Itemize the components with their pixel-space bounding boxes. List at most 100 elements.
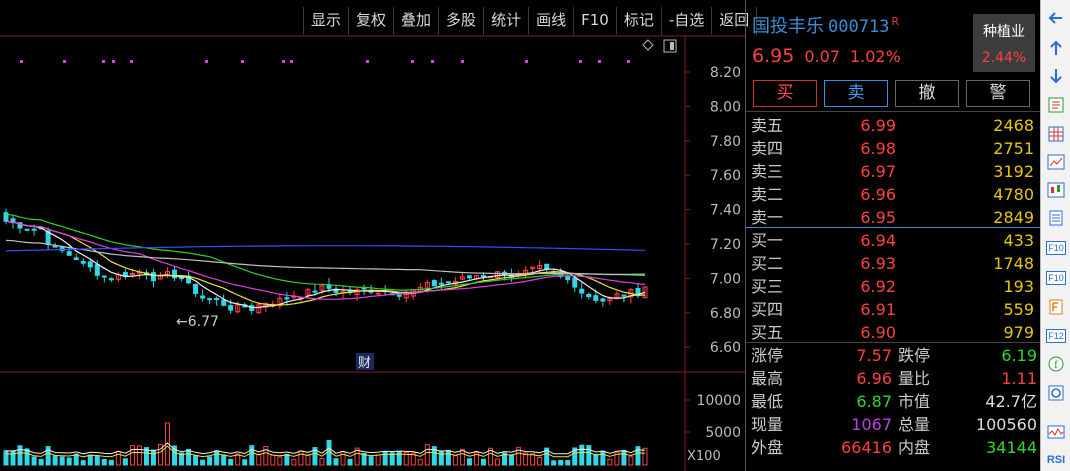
stat-label: 量比 [898,369,931,388]
volume-bar [52,455,58,466]
candle-body [94,264,100,276]
bid-row[interactable]: 买三 6.92 193 [746,275,1041,298]
sector-box[interactable]: 种植业 2.44% [973,14,1035,72]
volume-tick-label: 5000 [705,425,741,441]
candle-body [207,298,213,301]
info-doc-icon[interactable] [1046,95,1066,115]
volume-bar [368,456,374,466]
sell-button[interactable]: 卖 [824,80,888,107]
kline-chart-panel[interactable]: 8.20 8.00 7.80 7.60 7.40 7.20 7.00 6.80 6.60 1000… [0,0,758,471]
bid-price: 6.90 [860,323,896,342]
event-dot [112,60,115,63]
margin-trading-badge: R [891,15,900,28]
bid-row[interactable]: 买五 6.90 979 [746,321,1041,344]
bid-row[interactable]: 买二 6.93 1748 [746,252,1041,275]
cancel-order-button[interactable]: 撤 [895,80,959,107]
stock-title: 国投丰乐 000713 R [752,12,899,38]
event-dot [598,60,601,63]
grid-table-icon[interactable] [1046,124,1066,144]
ask-vol: 3192 [993,162,1034,181]
alert-button[interactable]: 警 [966,80,1030,107]
stat-label: 现量 [751,415,784,434]
volume-bar [565,460,571,466]
price-tick-label: 8.00 [710,99,741,115]
toolbar-button-0[interactable]: 显示 [303,7,350,35]
candle-body [600,298,606,302]
event-dot [63,60,66,63]
bid-book: 买一 6.94 433 买二 6.93 1748 买三 6.92 193 买四 6.91 559 买五 6… [746,229,1041,344]
back-arrow-icon[interactable] [1046,8,1066,28]
toolbar-button-6[interactable]: F10 [573,7,617,35]
toolbar-button-8[interactable]: -自选 [660,7,713,35]
candle-body [586,293,592,298]
toolbar-button-3[interactable]: 多股 [438,7,485,35]
bid-row[interactable]: 买一 6.94 433 [746,229,1041,252]
rsi-label-icon-text: RSI [1046,454,1066,466]
ma10-line [5,220,645,306]
volume-bar [333,458,339,466]
ask-row[interactable]: 卖二 6.96 4780 [746,183,1041,206]
ask-row[interactable]: 卖三 6.97 3192 [746,160,1041,183]
toolbar-button-4[interactable]: 统计 [483,7,530,35]
candle-body [593,295,599,301]
divider [746,111,1041,112]
volume-bar [136,445,142,466]
toolbar-button-7[interactable]: 标记 [615,7,662,35]
rsi-label-icon[interactable]: RSI [1046,450,1066,470]
volume-bar [459,448,465,466]
note-icon[interactable] [1046,297,1066,317]
stat-row: 涨停 7.57 跌停 6.19 [746,344,1041,367]
divider [746,342,1041,343]
stat-value: 1.11 [1001,369,1037,388]
price-tick-label: 7.40 [710,203,741,219]
stat-label: 内盘 [898,438,931,457]
ask-label: 卖四 [751,139,784,158]
line-chart-icon[interactable] [1046,152,1066,172]
volume-bar [642,447,648,466]
rsi-chart-icon[interactable] [1046,422,1066,442]
refresh-icon[interactable] [1046,383,1066,403]
stat-row: 最高 6.96 量比 1.11 [746,367,1041,390]
ask-row[interactable]: 卖五 6.99 2468 [746,114,1041,137]
news-doc-icon[interactable] [1046,208,1066,228]
volume-bar [87,454,93,466]
ask-label: 卖一 [751,208,784,227]
candle-body [480,275,486,278]
candle-chart-icon[interactable] [1046,180,1066,200]
ask-row[interactable]: 卖一 6.95 2849 [746,206,1041,229]
volume-bar [242,459,248,466]
f10-icon[interactable]: F10 [1046,238,1066,258]
f12-icon[interactable]: F12 [1046,326,1066,346]
formula-icon[interactable]: f [1046,354,1066,374]
toolbar-button-5[interactable]: 画线 [528,7,575,35]
stat-value: 6.19 [1001,346,1037,365]
chart-toolbar: 显示 复权 叠加 多股 统计 画线 F10 标记 -自选 返回 [303,7,758,35]
price-tick-label: 7.20 [710,237,741,253]
toolbar-button-1[interactable]: 复权 [348,7,395,35]
toolbar-button-2[interactable]: 叠加 [393,7,440,35]
volume-bar [207,456,213,466]
stat-value: 42.7亿 [985,392,1037,411]
quote-stats: 涨停 7.57 跌停 6.19 最高 6.96 量比 1.11 最低 6.87 市值 42.7亿 现量 1… [746,344,1041,459]
volume-bar [600,450,606,466]
kline-chart-canvas[interactable]: 8.20 8.00 7.80 7.60 7.40 7.20 7.00 6.80 6.60 1000… [0,0,745,471]
candle-body [129,272,135,275]
ask-label: 卖三 [751,162,784,181]
ma20-line [5,220,646,300]
ask-row[interactable]: 卖四 6.98 2751 [746,137,1041,160]
volume-bar [122,458,128,466]
volume-bar [452,455,458,466]
volume-bar [375,454,381,466]
buy-button[interactable]: 买 [753,80,817,107]
bid-price: 6.91 [860,300,896,319]
side-tool-bar: F10 F10 F12 f RSI [1040,0,1070,471]
event-dot [282,60,285,63]
up-arrow-icon[interactable] [1046,38,1066,58]
volume-bar [249,445,255,466]
f10-alt-icon[interactable]: F10 [1046,268,1066,288]
down-arrow-icon[interactable] [1046,66,1066,86]
volume-bar [621,449,627,466]
candle-body [150,272,156,282]
ask-vol: 2468 [993,116,1034,135]
bid-row[interactable]: 买四 6.91 559 [746,298,1041,321]
